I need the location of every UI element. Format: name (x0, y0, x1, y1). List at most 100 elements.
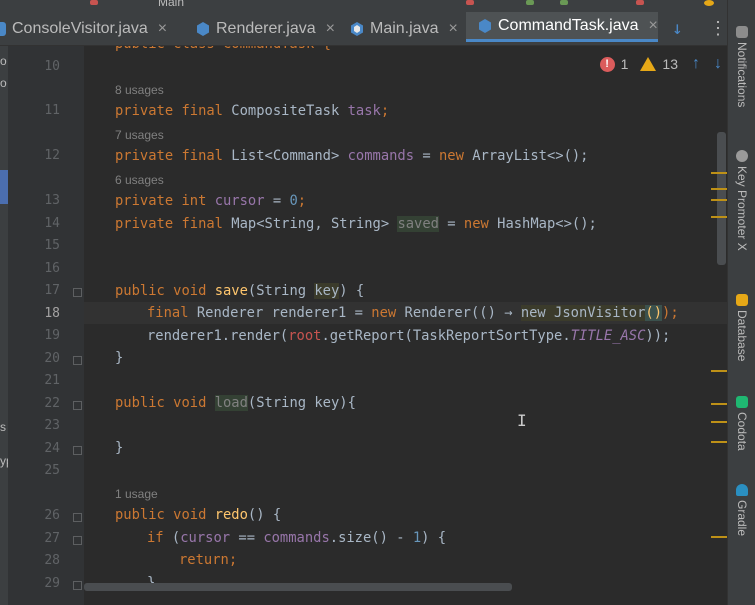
line-number: 19 (44, 328, 60, 343)
line-number: 12 (44, 148, 60, 163)
tool-key-promoter[interactable]: Key Promoter X (728, 150, 755, 251)
close-icon[interactable]: × (448, 20, 457, 38)
usages-hint[interactable]: 8 usages (115, 83, 164, 97)
arrow-down-icon[interactable]: ↓ (672, 18, 683, 39)
run-config-fragment[interactable]: Main (158, 0, 184, 9)
fold-marker-icon[interactable] (73, 288, 82, 297)
usages-hint[interactable]: 1 usage (115, 487, 158, 501)
warning-stripe-marker[interactable] (711, 172, 727, 174)
tab-renderer[interactable]: Renderer.java × (196, 12, 336, 45)
tool-gradle[interactable]: Gradle (728, 484, 755, 536)
line-number: 24 (44, 441, 60, 456)
project-tree-fragment: o (0, 76, 7, 90)
java-class-icon (0, 21, 6, 36)
tab-commandtask[interactable]: CommandTask.java × (466, 12, 658, 42)
warning-stripe-marker[interactable] (711, 421, 727, 423)
line-number: 28 (44, 553, 60, 568)
tool-database[interactable]: Database (728, 294, 755, 361)
tab-label: CommandTask.java (498, 16, 639, 34)
project-tree-fragment: o (0, 54, 7, 68)
toolbar-icon[interactable] (636, 0, 644, 5)
interface-icon (197, 21, 209, 36)
title-strip: Main (0, 0, 755, 12)
key-promoter-icon (736, 150, 748, 162)
usages-hint[interactable]: 7 usages (115, 128, 164, 142)
line-number: 22 (44, 396, 60, 411)
warning-stripe-marker[interactable] (711, 403, 727, 405)
code-line-10: public class CommandTask { (115, 46, 331, 55)
close-icon[interactable]: × (649, 17, 658, 35)
code-line-17: public void save(String key) { (115, 283, 365, 299)
close-icon[interactable]: × (158, 20, 167, 38)
mouse-cursor-icon: I (517, 411, 527, 430)
tool-notifications[interactable]: Notifications (728, 26, 755, 107)
project-panel-edge[interactable]: o o s yp (0, 46, 13, 605)
code-line-22: public void load(String key){ (115, 395, 356, 411)
editor-tab-bar: ConsoleVisitor.java × Renderer.java × Ma… (0, 12, 727, 46)
fold-marker-icon[interactable] (73, 536, 82, 545)
tab-list-dropdown[interactable]: ↓ (672, 12, 683, 45)
code-line-12: private final List<Command> commands = n… (115, 148, 589, 164)
more-tabs-button[interactable]: ⋮ (709, 12, 727, 45)
tab-label: Renderer.java (216, 19, 316, 37)
warning-stripe-marker[interactable] (711, 441, 727, 443)
gradle-icon (736, 484, 748, 496)
fold-marker-icon[interactable] (73, 446, 82, 455)
warning-stripe-marker[interactable] (711, 188, 727, 190)
fold-marker-icon[interactable] (73, 513, 82, 522)
warning-stripe-marker[interactable] (711, 216, 727, 218)
tool-label: Database (735, 310, 749, 362)
code-editor[interactable]: public class CommandTask { 8 usages priv… (84, 46, 728, 605)
line-number-gutter[interactable]: 10 11 12 13 14 15 16 17 18 19 20 21 22 2… (8, 46, 84, 605)
warning-stripe-marker[interactable] (711, 370, 727, 372)
close-icon[interactable]: × (326, 20, 335, 38)
fold-marker-icon[interactable] (73, 356, 82, 365)
selected-tree-item (0, 170, 8, 204)
tool-label: Key Promoter X (735, 166, 749, 251)
horizontal-scrollbar[interactable] (84, 583, 512, 591)
line-number: 17 (44, 283, 60, 298)
fold-marker-icon[interactable] (73, 401, 82, 410)
code-line-26: public void redo() { (115, 507, 282, 523)
line-number: 14 (44, 216, 60, 231)
database-icon (736, 294, 748, 306)
tab-main[interactable]: Main.java × (350, 12, 468, 45)
previous-problem-icon[interactable]: ↑ (692, 55, 700, 73)
toolbar-icon[interactable] (704, 0, 714, 6)
interface-icon (479, 18, 491, 33)
toolbar-icon[interactable] (526, 0, 534, 5)
code-line-27: if (cursor == commands.size() - 1) { (147, 530, 447, 546)
tool-label: Gradle (735, 500, 749, 537)
code-line-24: } (115, 440, 124, 456)
warning-stripe-marker[interactable] (711, 536, 727, 538)
bell-icon (736, 26, 748, 38)
tab-consolevisitor[interactable]: ConsoleVisitor.java × (0, 12, 186, 45)
error-count: 1 (620, 56, 629, 72)
line-number: 10 (44, 59, 60, 74)
fold-marker-icon[interactable] (73, 581, 82, 590)
warning-icon (640, 57, 657, 71)
line-number: 29 (44, 576, 60, 591)
tool-label: Codota (735, 412, 749, 451)
toolbar-icon[interactable] (560, 0, 568, 5)
line-number: 21 (44, 373, 60, 388)
right-tool-window-bar: Notifications Key Promoter X Database Co… (727, 0, 755, 605)
next-problem-icon[interactable]: ↓ (714, 55, 722, 73)
tool-label: Notifications (735, 42, 749, 108)
code-line-28: return; (179, 552, 238, 568)
codota-icon (736, 396, 748, 408)
java-class-icon (351, 21, 363, 36)
line-number: 25 (44, 463, 60, 478)
more-icon[interactable]: ⋮ (709, 18, 727, 39)
warning-stripe-marker[interactable] (711, 199, 727, 201)
stop-icon[interactable] (466, 0, 474, 5)
code-line-11: private final CompositeTask task; (115, 103, 390, 119)
usages-hint[interactable]: 6 usages (115, 173, 164, 187)
tool-codota[interactable]: Codota (728, 396, 755, 451)
inspection-widget[interactable]: ! 1 13 ↑ ↓ (599, 55, 722, 73)
line-number: 16 (44, 261, 60, 276)
line-number: 20 (44, 351, 60, 366)
run-indicator-icon (90, 0, 98, 5)
line-number: 13 (44, 193, 60, 208)
tab-label: Main.java (370, 19, 439, 37)
